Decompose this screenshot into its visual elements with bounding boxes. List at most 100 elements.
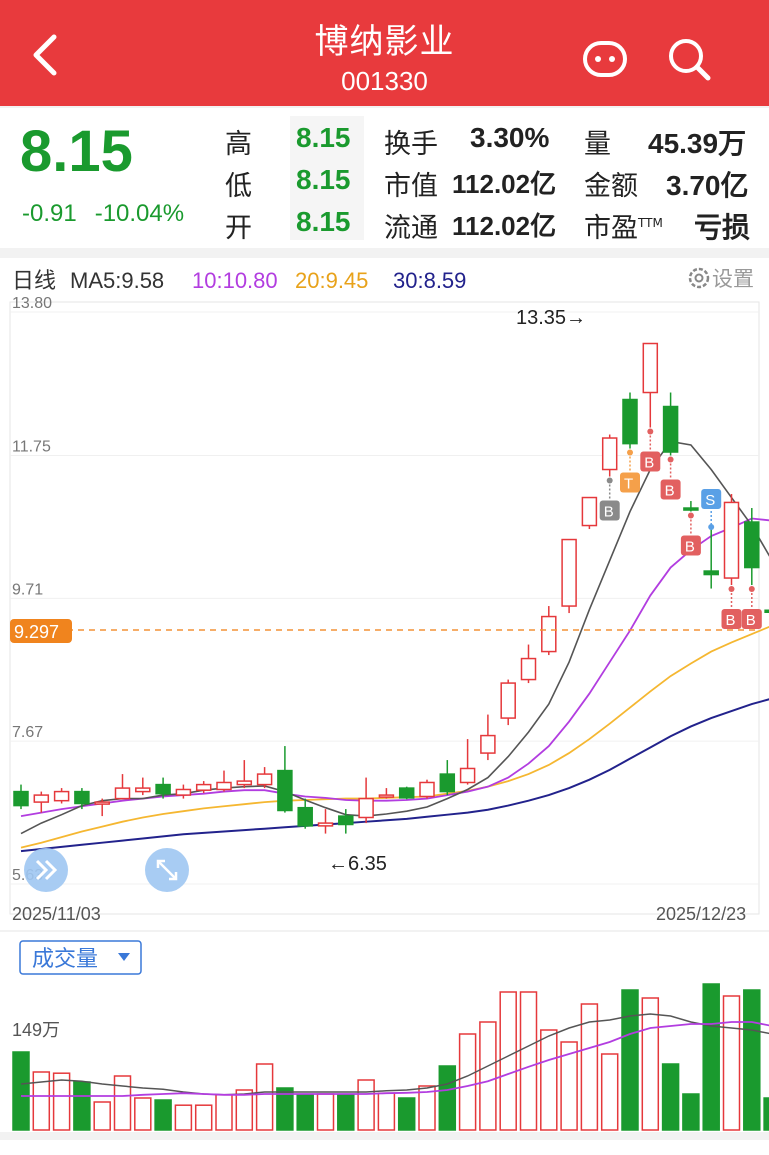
- high-label: 高: [225, 129, 252, 160]
- robot-face-icon[interactable]: [582, 40, 628, 80]
- candle: [500, 679, 516, 726]
- period-label: 日线: [12, 268, 56, 293]
- gear-icon: [688, 267, 710, 289]
- float-label: 流通: [384, 213, 438, 244]
- signal-label: S: [705, 492, 715, 509]
- signal-label: B: [746, 612, 756, 629]
- signal-marker[interactable]: B: [640, 428, 661, 472]
- ma20-line: [20, 625, 769, 849]
- candle: [378, 788, 395, 799]
- amount-value: 3.70亿: [666, 170, 749, 201]
- signal-marker[interactable]: S: [701, 489, 722, 531]
- volume-bar: [174, 1104, 193, 1131]
- volume-chart[interactable]: 成交量 149万: [0, 932, 769, 1132]
- stock-name: 博纳影业: [314, 22, 455, 62]
- ma10-line: [20, 517, 769, 817]
- y-tick-label: 9.71: [12, 581, 43, 598]
- candle: [439, 760, 456, 796]
- ma10-label: 10:10.80: [192, 268, 278, 293]
- volume-bar: [134, 1097, 152, 1131]
- candle: [33, 791, 50, 813]
- candle: [175, 784, 192, 799]
- volume-bar: [12, 1051, 30, 1131]
- amount-label: 金额: [584, 171, 638, 202]
- expand-left-button[interactable]: [24, 848, 68, 892]
- fullscreen-button[interactable]: [145, 848, 189, 892]
- volume-bar: [255, 1063, 274, 1131]
- volume-bar: [641, 997, 660, 1131]
- volume-bar: [296, 1094, 314, 1131]
- settings-button[interactable]: 设置: [688, 267, 754, 291]
- signal-marker[interactable]: B: [660, 456, 681, 500]
- top-bar: 博纳影业 001330: [0, 0, 769, 106]
- volume-bar: [154, 1099, 172, 1131]
- price-tag-value: 9.297: [14, 622, 59, 642]
- high-value: 8.15: [296, 122, 351, 153]
- volume-label: 量: [584, 129, 611, 160]
- volume-bar: [661, 1063, 680, 1131]
- signal-marker[interactable]: B: [680, 512, 701, 556]
- volume-tab-dropdown[interactable]: 成交量: [19, 940, 142, 975]
- max-price-label: 13.35→: [516, 307, 586, 329]
- volume-bar: [763, 1097, 769, 1131]
- candle: [317, 809, 334, 834]
- volume-bar: [621, 989, 639, 1131]
- candle: [764, 609, 769, 614]
- candle: [581, 496, 598, 530]
- change-value: -0.91: [22, 200, 77, 227]
- kline-panel: 日线 MA5:9.58 10:10.80 20:9.45 30:8.59 设置 …: [0, 258, 769, 930]
- volume-bar: [215, 1094, 233, 1131]
- ma30-line: [20, 698, 769, 853]
- volume-bar: [113, 1075, 132, 1131]
- candle: [723, 494, 740, 586]
- low-value: 8.15: [296, 164, 351, 195]
- candle: [236, 760, 253, 789]
- candle: [601, 434, 618, 477]
- volume-bar: [235, 1089, 254, 1131]
- volume-bar: [499, 991, 517, 1131]
- min-price-label: ←6.35: [328, 853, 387, 875]
- volume-bar: [600, 1053, 619, 1131]
- volume-bar: [682, 1093, 700, 1131]
- candle: [662, 392, 679, 456]
- price-tag: 9.297: [10, 619, 757, 643]
- open-label: 开: [225, 213, 252, 244]
- pe-ttm-sup: TTM: [638, 216, 663, 230]
- candle: [459, 739, 476, 785]
- settings-label: 设置: [712, 268, 754, 291]
- candle: [135, 777, 151, 796]
- volume-bar: [458, 1033, 477, 1131]
- open-value: 8.15: [296, 206, 351, 237]
- volume-bar: [722, 995, 741, 1131]
- y-tick-label: 11.75: [12, 439, 51, 456]
- kline-chart[interactable]: 日线 MA5:9.58 10:10.80 20:9.45 30:8.59 设置 …: [0, 258, 769, 930]
- candle: [683, 501, 699, 512]
- volume-bar: [194, 1104, 213, 1131]
- volume-bar: [479, 1021, 497, 1131]
- candle: [114, 774, 131, 800]
- low-label: 低: [225, 171, 252, 202]
- float-value: 112.02亿: [452, 211, 557, 241]
- search-icon[interactable]: [666, 36, 712, 82]
- y-tick-label: 13.80: [12, 295, 52, 312]
- candle: [520, 644, 537, 684]
- volume-bar: [93, 1101, 111, 1131]
- signal-label: B: [644, 455, 654, 472]
- signal-marker[interactable]: B: [721, 586, 742, 630]
- candle: [13, 784, 29, 810]
- y-tick-label: 7.67: [12, 724, 43, 741]
- volume-panel: 成交量 149万: [0, 932, 769, 1132]
- candle: [297, 798, 313, 829]
- volume-bar: [519, 991, 538, 1131]
- candle: [256, 767, 273, 789]
- candle: [277, 746, 293, 813]
- signal-marker[interactable]: B: [599, 477, 620, 521]
- signal-label: B: [726, 612, 736, 629]
- ma5-line: [20, 440, 769, 835]
- volume-bar: [316, 1093, 335, 1131]
- candle: [216, 770, 232, 792]
- candle: [703, 529, 719, 589]
- signal-label: B: [685, 539, 695, 556]
- last-price: 8.15: [20, 119, 133, 184]
- turnover-label: 换手: [384, 129, 438, 160]
